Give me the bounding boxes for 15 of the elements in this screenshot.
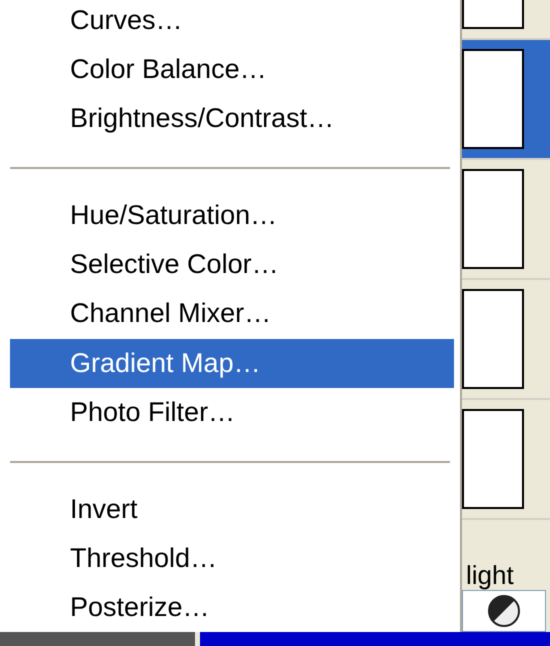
menu-item[interactable]: Posterize… (10, 582, 454, 632)
menu-item[interactable]: Curves… (10, 0, 454, 46)
half-circle-icon (487, 594, 521, 628)
adjustment-layer-button[interactable] (462, 590, 546, 632)
menu-item[interactable]: Channel Mixer… (10, 289, 454, 339)
menu-item[interactable]: Photo Filter… (10, 388, 454, 437)
menu-item[interactable]: Selective Color… (10, 240, 454, 290)
menu-item[interactable]: Brightness/Contrast… (10, 94, 454, 144)
layer-row[interactable] (462, 40, 550, 160)
menu-item[interactable]: Invert (10, 484, 454, 534)
menu-item[interactable]: Gradient Map… (10, 338, 454, 388)
panel-label: light (465, 562, 515, 588)
menu-item[interactable]: Color Balance… (10, 45, 454, 94)
menu-item[interactable]: Hue/Saturation… (10, 191, 454, 240)
menu-item[interactable]: Threshold… (10, 534, 454, 583)
